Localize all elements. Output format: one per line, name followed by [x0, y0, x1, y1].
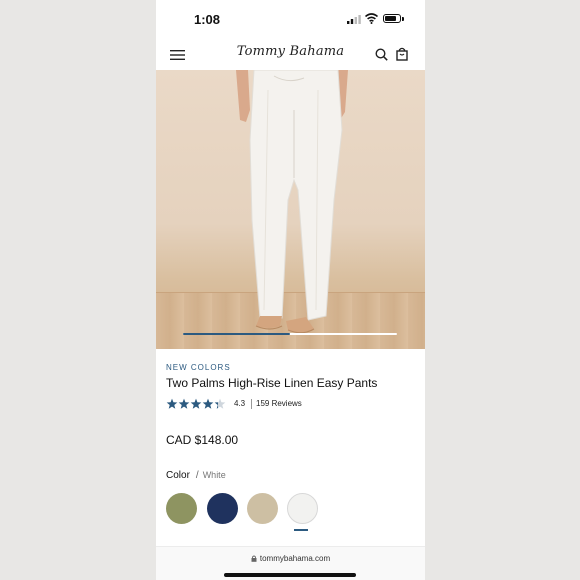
star-icon: [166, 398, 178, 409]
star-icon: [178, 398, 190, 409]
rating-value: 4.3: [234, 399, 246, 408]
star-rating: [166, 398, 226, 409]
color-label: Color: [166, 470, 190, 481]
product-title: Two Palms High-Rise Linen Easy Pants: [166, 376, 378, 390]
shopping-bag-icon[interactable]: [396, 47, 408, 61]
selected-swatch-indicator: [294, 529, 308, 531]
new-colors-badge: NEW COLORS: [166, 363, 231, 372]
product-image-gallery[interactable]: [156, 70, 425, 349]
color-selector-label: Color / White: [166, 470, 226, 481]
gallery-progress-fill: [183, 333, 290, 335]
gallery-progress-bar: [183, 333, 397, 335]
home-indicator[interactable]: [224, 573, 356, 577]
battery-icon: [383, 14, 401, 23]
site-header: Tommy Bahama: [156, 40, 425, 70]
phone-screen: 1:08 Tommy Bahama NEW COLORS Two Palms H…: [156, 0, 425, 580]
browser-address-bar[interactable]: tommybahama.com: [156, 546, 425, 580]
lock-icon: [251, 555, 257, 562]
cellular-signal-icon: [347, 15, 361, 24]
battery-level: [385, 16, 396, 21]
product-price: CAD $148.00: [166, 433, 239, 447]
battery-tip: [402, 17, 404, 21]
rating-divider: [251, 399, 252, 409]
star-icon: [190, 398, 202, 409]
status-time: 1:08: [194, 12, 221, 27]
star-icon: [202, 398, 214, 409]
color-swatch[interactable]: [207, 493, 238, 524]
color-swatch[interactable]: [247, 493, 278, 524]
star-icon: [214, 398, 226, 409]
color-swatch[interactable]: [287, 493, 318, 524]
url-text: tommybahama.com: [259, 554, 331, 563]
selected-color-name: White: [202, 470, 226, 480]
color-separator: /: [195, 470, 199, 481]
reviews-link[interactable]: 159 Reviews: [256, 399, 302, 408]
product-image: [236, 70, 348, 334]
wifi-icon: [365, 13, 378, 24]
url-display[interactable]: tommybahama.com: [156, 554, 425, 563]
search-icon[interactable]: [375, 48, 388, 61]
color-swatch[interactable]: [166, 493, 197, 524]
status-bar: 1:08: [156, 0, 425, 40]
